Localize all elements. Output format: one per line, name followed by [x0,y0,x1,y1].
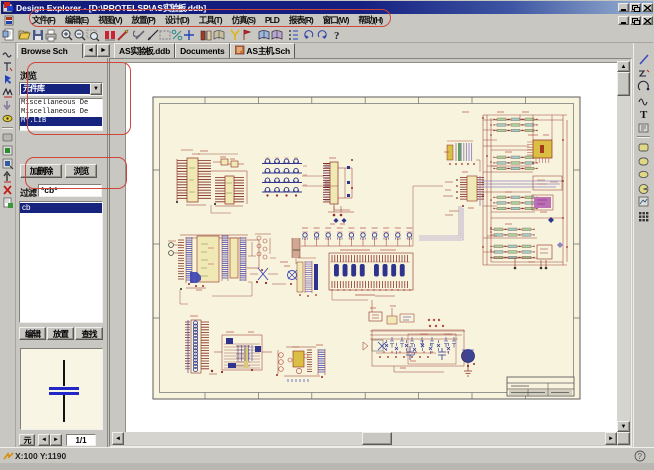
svg-text:?: ? [334,30,340,42]
svg-text:?: ? [638,452,643,461]
svg-text:T: T [640,109,648,120]
